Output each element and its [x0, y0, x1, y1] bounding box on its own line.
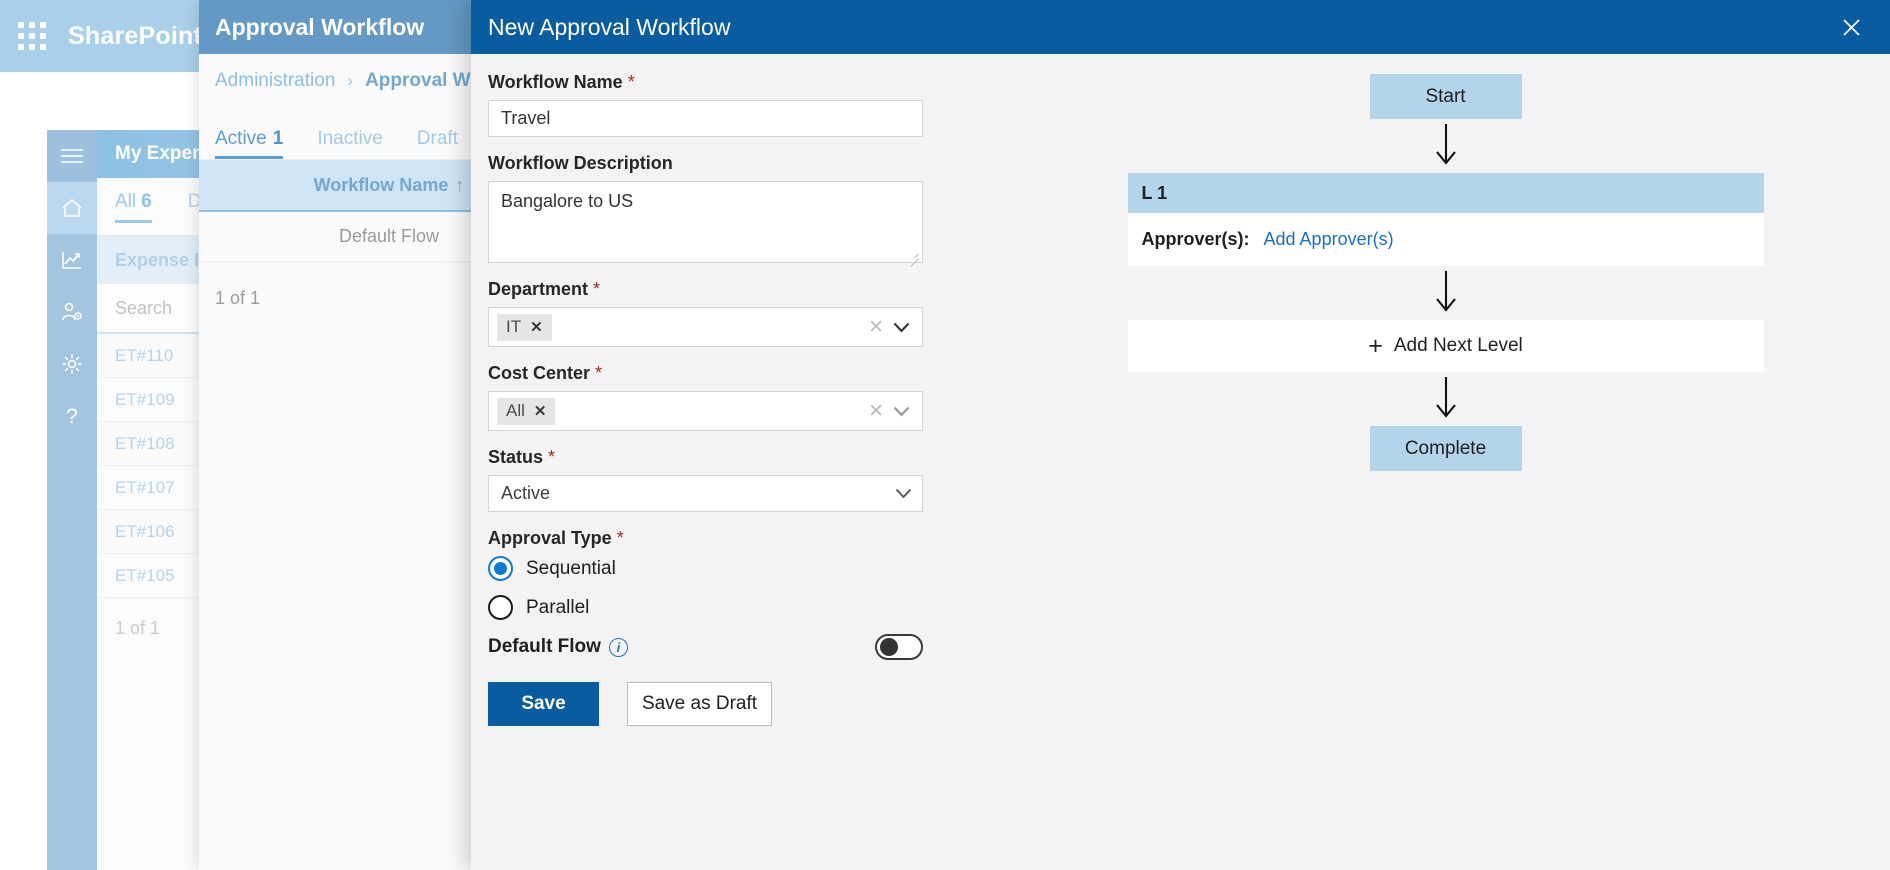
status-select[interactable]: Active [488, 475, 923, 512]
modal-body: Workflow Name * Travel Workflow Descript… [471, 54, 1890, 870]
required-marker: * [595, 363, 603, 383]
cost-center-multiselect[interactable]: All ✕ ✕ [488, 391, 923, 431]
cost-center-chip[interactable]: All ✕ [497, 397, 556, 425]
workflow-name-label: Workflow Name * [488, 72, 1001, 93]
save-button[interactable]: Save [488, 682, 599, 726]
info-icon[interactable]: i [608, 637, 628, 657]
workflow-name-label: Workflow Name [313, 174, 449, 195]
workflow-name-input[interactable]: Travel [488, 100, 923, 137]
approvers-label: Approver(s): [1141, 229, 1250, 249]
tab-all[interactable]: All 6 [115, 191, 152, 223]
radio-sequential[interactable]: Sequential [488, 556, 1001, 581]
chevron-down-icon[interactable] [891, 322, 916, 333]
radio-parallel-control[interactable] [488, 595, 513, 620]
sort-ascending-icon: ↑ [455, 174, 465, 195]
approval-type-label-text: Approval Type [488, 528, 612, 548]
home-icon[interactable] [47, 182, 97, 234]
new-approval-workflow-modal: New Approval Workflow Workflow Name * Tr… [471, 0, 1890, 870]
department-chip-label: IT [506, 317, 522, 336]
default-flow-label: Default Flow i [488, 636, 628, 658]
save-as-draft-button[interactable]: Save as Draft [627, 682, 772, 726]
default-flow-label-text: Default Flow [488, 636, 601, 657]
chevron-down-icon[interactable] [895, 483, 912, 504]
required-marker: * [593, 279, 601, 299]
required-marker: * [627, 72, 635, 92]
cost-center-label-text: Cost Center [488, 363, 591, 383]
user-settings-icon[interactable] [47, 286, 97, 338]
chevron-down-icon[interactable] [891, 406, 916, 417]
cost-center-chip-label: All [506, 401, 525, 420]
add-approvers-link[interactable]: Add Approver(s) [1264, 229, 1394, 250]
workflow-description-label: Workflow Description [488, 153, 1001, 174]
clear-icon[interactable]: ✕ [861, 400, 891, 423]
add-next-level-label: Add Next Level [1393, 335, 1523, 356]
gear-icon[interactable] [47, 338, 97, 390]
department-multiselect[interactable]: IT ✕ ✕ [488, 307, 923, 347]
menu-icon[interactable] [47, 130, 97, 182]
level-card: L 1 Approver(s): Add Approver(s) [1127, 173, 1764, 266]
left-nav-rail: ? [47, 130, 97, 870]
arrow-down-icon [1433, 372, 1459, 426]
workflow-diagram: Start L 1 Approver(s): Add Approver(s) + [1001, 54, 1890, 870]
plus-icon: + [1368, 331, 1383, 360]
arrow-down-icon [1433, 119, 1459, 173]
tab-all-count: 6 [141, 190, 152, 212]
workflow-form: Workflow Name * Travel Workflow Descript… [471, 54, 1001, 870]
required-marker: * [548, 447, 556, 467]
app-screen: SharePoint ? My Expenses All 6 Expense I… [0, 0, 1890, 870]
modal-header: New Approval Workflow [471, 0, 1890, 54]
department-label-text: Department [488, 279, 589, 299]
tab-all-label: All [115, 190, 137, 212]
workflow-description-textarea[interactable]: Bangalore to US [488, 181, 923, 263]
status-label: Status * [488, 447, 1001, 468]
tab-active-count: 1 [272, 128, 284, 149]
level-title: L 1 [1127, 173, 1764, 213]
radio-sequential-label: Sequential [526, 557, 616, 579]
tab-active[interactable]: Active 1 [215, 128, 284, 159]
radio-sequential-control[interactable] [488, 556, 513, 581]
default-flow-toggle[interactable] [875, 634, 923, 660]
form-actions: Save Save as Draft [488, 682, 1001, 726]
modal-title: New Approval Workflow [488, 13, 731, 40]
resize-handle-icon[interactable] [908, 249, 919, 260]
clear-icon[interactable]: ✕ [861, 316, 891, 339]
department-chip[interactable]: IT ✕ [497, 313, 552, 341]
expense-search-placeholder: Search [115, 297, 173, 318]
chip-remove-icon[interactable]: ✕ [530, 318, 543, 336]
arrow-down-icon [1433, 266, 1459, 320]
approval-type-label: Approval Type * [488, 528, 1001, 549]
breadcrumb-administration[interactable]: Administration [215, 70, 335, 92]
level-approvers-row: Approver(s): Add Approver(s) [1127, 213, 1764, 266]
tab-inactive[interactable]: Inactive [317, 128, 382, 159]
default-flow-row: Default Flow i [488, 634, 923, 660]
cost-center-label: Cost Center * [488, 363, 1001, 384]
sharepoint-brand[interactable]: SharePoint [68, 22, 202, 51]
radio-parallel[interactable]: Parallel [488, 595, 1001, 620]
add-next-level-button[interactable]: + Add Next Level [1127, 320, 1764, 372]
status-label-text: Status [488, 447, 544, 467]
workflow-description-label-text: Workflow Description [488, 153, 673, 173]
workflow-name-label-text: Workflow Name [488, 72, 623, 92]
app-launcher-icon[interactable] [18, 22, 46, 50]
help-icon[interactable]: ? [47, 390, 97, 442]
department-label: Department * [488, 279, 1001, 300]
start-node[interactable]: Start [1369, 74, 1522, 119]
svg-text:?: ? [66, 405, 78, 428]
chip-remove-icon[interactable]: ✕ [534, 402, 547, 420]
analytics-icon[interactable] [47, 234, 97, 286]
complete-node[interactable]: Complete [1369, 426, 1522, 471]
required-marker: * [616, 528, 624, 548]
breadcrumb-separator-icon: › [347, 71, 354, 90]
tab-draft[interactable]: Draft [417, 128, 458, 159]
tab-active-label: Active [215, 128, 267, 149]
radio-parallel-label: Parallel [526, 596, 590, 618]
close-icon[interactable] [1834, 10, 1868, 44]
workflow-description-value: Bangalore to US [501, 191, 634, 211]
status-value: Active [501, 483, 551, 503]
expense-id-label: Expense ID [115, 249, 213, 270]
